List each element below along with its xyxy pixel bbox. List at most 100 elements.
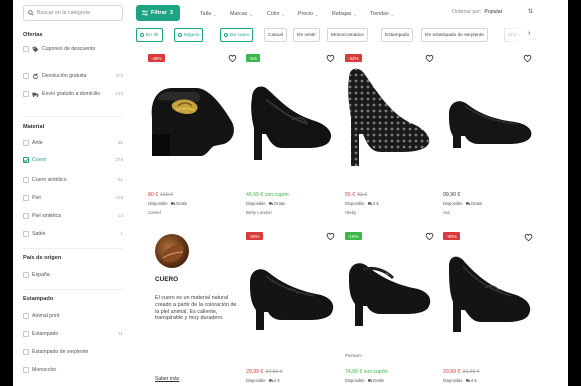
filter-count: 378 (115, 157, 123, 162)
filter-animal-print[interactable]: Animal print (23, 313, 123, 320)
product-availability: Disponible ⛟4 € (443, 378, 477, 384)
checkbox-checked[interactable] (23, 157, 29, 163)
product-image[interactable]: -5% (242, 48, 337, 173)
filter-piel[interactable]: Piel 419 (23, 195, 123, 202)
heart-icon[interactable] (228, 54, 237, 63)
availability-text: Disponible (443, 201, 463, 206)
heart-icon[interactable] (524, 233, 533, 242)
heart-icon[interactable] (523, 54, 532, 63)
checkbox[interactable] (23, 91, 29, 97)
filter-ante[interactable]: Ante 66 (23, 140, 123, 147)
filter-monocolor[interactable]: Monocolor (23, 367, 123, 374)
checkbox[interactable] (23, 331, 29, 337)
chip-de-vestir[interactable]: De vestir (293, 28, 320, 42)
product-card[interactable]: 99,90 € Disponible ⛟Gratis Ara (439, 48, 534, 220)
divider (23, 116, 123, 117)
tag-icon (32, 46, 39, 53)
product-card[interactable]: -32% 55 €81 € Disponible ⛟4 € Oleky (341, 48, 436, 220)
sort-icon[interactable]: ⇅ (528, 8, 533, 15)
filter-cuero-sintetico[interactable]: Cuero sintético 61 (23, 177, 123, 184)
category-search-input[interactable]: Buscar en la categoría (23, 5, 123, 21)
menu-label: Marcas (230, 11, 248, 17)
checkbox[interactable] (23, 367, 29, 373)
chip-estampado-serpiente[interactable]: De estampado de serpiente (421, 28, 488, 42)
current-price: 46,55 € con cupón (246, 192, 289, 198)
filter-estampado[interactable]: Estampado 11 (23, 331, 123, 338)
product-card[interactable]: -48% 80 €159 € Disponible ⛟Gratis Camel (144, 48, 239, 220)
chip-label: De vestir (297, 32, 316, 38)
menu-talla[interactable]: Talla ⌄ (200, 11, 216, 17)
menu-color[interactable]: Color ⌄ (267, 11, 285, 17)
chip-monocromatico[interactable]: Monocromático (327, 28, 368, 42)
product-availability: Disponible ⛟4 € (246, 378, 280, 384)
shipping-text: Gratis (175, 201, 188, 206)
checkbox[interactable] (23, 177, 29, 183)
sort-selector[interactable]: Ordenar por: Popular (452, 9, 502, 15)
filter-serpiente[interactable]: Estampado de serpiente (23, 349, 123, 356)
top-bar: Filtrar 3 Talla ⌄ Marcas ⌄ Color ⌄ Precio ⌄ … (132, 0, 568, 26)
shipping-text: Gratis (470, 201, 483, 206)
product-image[interactable] (439, 48, 534, 173)
chip-estampado[interactable]: Estampado (381, 28, 414, 42)
filter-count: 372 (115, 73, 123, 78)
checkbox[interactable] (23, 195, 29, 201)
product-image[interactable]: -48% (144, 48, 239, 173)
heart-icon[interactable] (326, 232, 335, 241)
checkbox[interactable] (23, 349, 29, 355)
checkbox[interactable] (23, 272, 29, 278)
checkbox[interactable] (23, 231, 29, 237)
checkbox[interactable] (23, 213, 29, 219)
product-image[interactable]: -32% (341, 48, 436, 173)
product-card[interactable]: -5% 46,55 € con cupón Disponible ⛟Gratis … (242, 48, 337, 220)
menu-rebajas[interactable]: Rebajas ⌄ (332, 11, 357, 17)
learn-more-link[interactable]: Saber más (155, 376, 179, 382)
menu-tiendas[interactable]: Tiendas ⌄ (370, 11, 394, 17)
chevron-right-icon[interactable]: › (528, 30, 530, 37)
filter-piel-sintetica[interactable]: Piel sintética 13 (23, 213, 123, 220)
product-card[interactable]: -20% 29,99 €37,99 € Disponible ⛟4 € (242, 226, 337, 386)
product-image[interactable]: -20% (242, 226, 337, 351)
chip-label: De estampado de serpiente (425, 32, 484, 38)
current-price: 99,90 € (443, 192, 461, 198)
filter-label: Devolución gratuita (42, 73, 87, 79)
filter-label: Cuero sintético (32, 177, 67, 183)
shipping-text: 4 € (273, 378, 280, 383)
product-card[interactable]: -30% 29,99 €39,99 € Disponible ⛟4 € (439, 226, 534, 386)
checkbox[interactable] (23, 313, 29, 319)
info-description: El cuero es un material natural creado a… (155, 295, 237, 322)
filter-espana[interactable]: España (23, 272, 123, 279)
chip-casual[interactable]: Casual (264, 28, 287, 42)
chip-label: Negros (184, 32, 200, 38)
product-image[interactable]: -30% (439, 226, 534, 351)
current-price: 74,80 € con cupón (345, 369, 388, 375)
product-card[interactable]: -15% Premium 74,80 € con cupón Disponibl… (341, 226, 436, 386)
discount-badge: -15% (345, 232, 362, 240)
heart-icon[interactable] (425, 232, 434, 241)
heart-icon[interactable] (326, 54, 335, 63)
menu-marcas[interactable]: Marcas ⌄ (230, 11, 253, 17)
filter-cuero[interactable]: Cuero 378 (23, 157, 123, 164)
chip-en-3h[interactable]: En 3h (136, 28, 163, 42)
product-image[interactable]: -15% (341, 226, 436, 351)
filter-envio[interactable]: Envío gratuito a domicilio 213 (23, 91, 123, 98)
filter-devolucion[interactable]: Devolución gratuita 372 (23, 73, 123, 80)
checkbox[interactable] (23, 73, 29, 79)
checkbox[interactable] (23, 140, 29, 146)
search-placeholder: Buscar en la categoría (37, 10, 90, 16)
filter-cupones[interactable]: Cupones de descuento (23, 46, 123, 53)
filter-button[interactable]: Filtrar 3 (136, 5, 180, 21)
chip-label: En 3h (146, 32, 159, 38)
shipping-text: 4 € (372, 201, 379, 206)
menu-label: Talla (200, 11, 211, 17)
checkbox[interactable] (23, 46, 29, 52)
chip-de-cuero[interactable]: De cuero (220, 28, 254, 42)
divider (23, 248, 123, 249)
chip-negros[interactable]: Negros (174, 28, 204, 42)
heart-icon[interactable] (425, 54, 434, 63)
menu-label: Tiendas (370, 11, 389, 17)
filter-saten[interactable]: Satén 1 (23, 231, 123, 238)
menu-precio[interactable]: Precio ⌄ (298, 11, 318, 17)
filter-button-label: Filtrar (151, 10, 167, 16)
filter-count: 11 (118, 331, 123, 336)
return-icon (32, 73, 39, 80)
